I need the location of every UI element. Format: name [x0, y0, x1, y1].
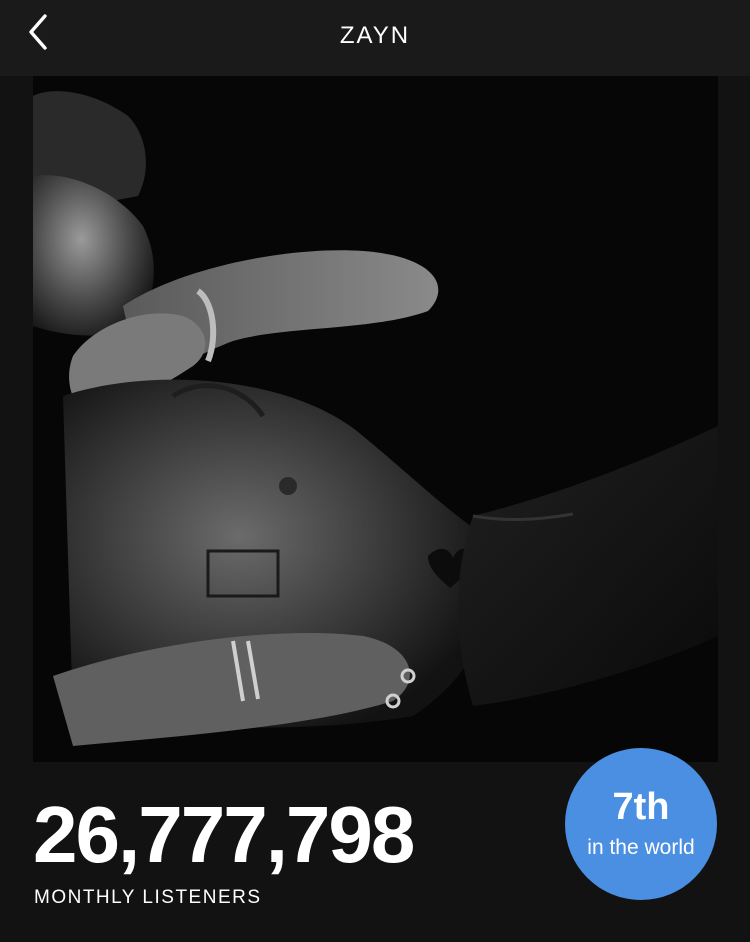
back-button[interactable] [14, 10, 62, 58]
world-rank-badge: 7th in the world [565, 748, 717, 900]
artist-photo [33, 76, 718, 762]
artist-stats-screen: ZAYN 26,777,798 MONTHLY LISTENERS 7th in… [0, 0, 750, 942]
monthly-listeners-label: MONTHLY LISTENERS [34, 887, 262, 908]
monthly-listeners-count: 26,777,798 [33, 790, 415, 879]
nav-bar: ZAYN [0, 0, 750, 76]
page-title: ZAYN [339, 22, 411, 49]
world-rank-value: 7th [612, 786, 670, 828]
chevron-left-icon [26, 12, 50, 57]
world-rank-caption: in the world [587, 836, 695, 859]
